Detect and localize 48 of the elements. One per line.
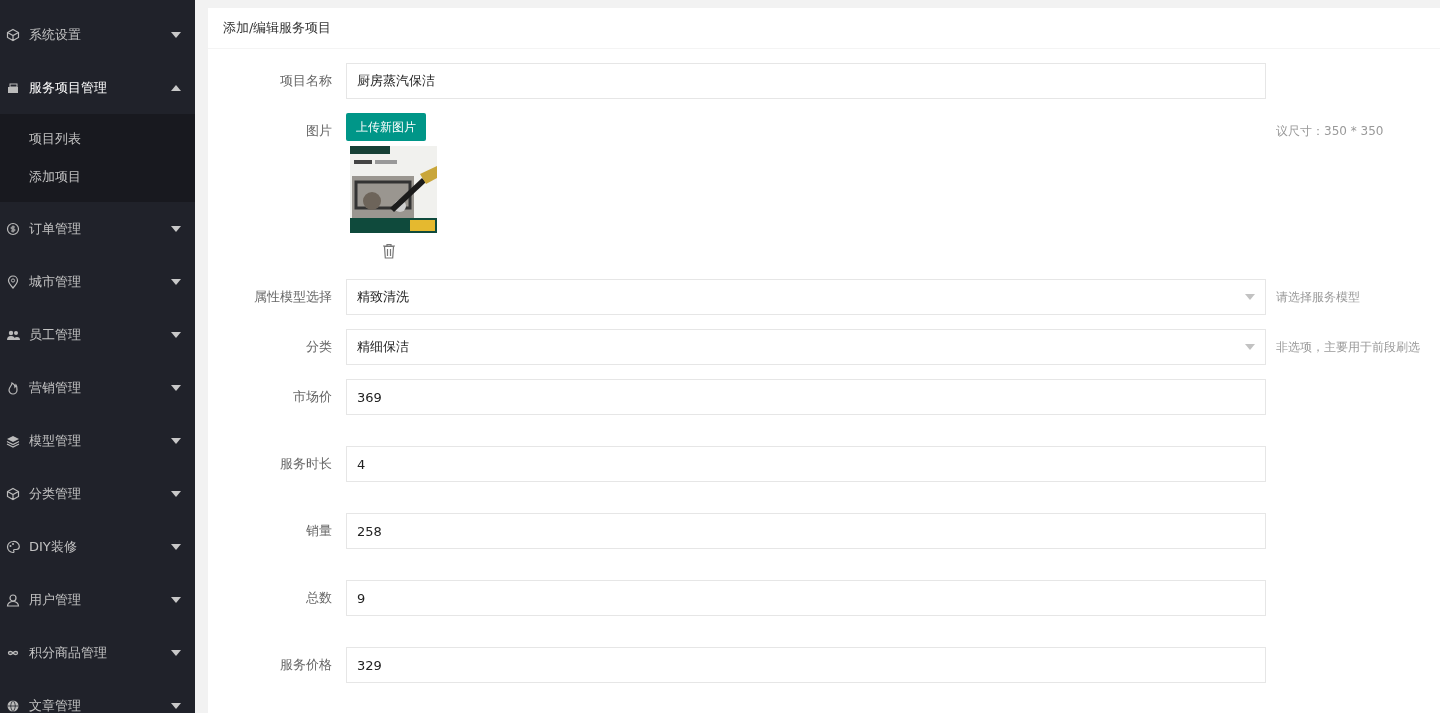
sidebar-item[interactable]: 营销管理	[0, 361, 195, 414]
input-field[interactable]: 369	[346, 379, 1266, 415]
dollar-icon	[6, 221, 20, 236]
sidebar-item[interactable]: 分类管理	[0, 467, 195, 520]
palette-icon	[6, 539, 20, 554]
sidebar-item[interactable]: 订单管理	[0, 202, 195, 255]
sidebar-item[interactable]: 模型管理	[0, 414, 195, 467]
location-pin-icon	[6, 274, 20, 289]
field-label: 服务时长	[279, 455, 332, 473]
field-label: 分类	[305, 338, 332, 356]
sidebar-item[interactable]: 服务项目管理	[0, 61, 195, 114]
input-field[interactable]: 258	[346, 513, 1266, 549]
cube-icon	[6, 27, 20, 42]
field-label: 市场价	[292, 388, 332, 406]
sidebar-item[interactable]: 用户管理	[0, 573, 195, 626]
field-label: 项目名称	[279, 72, 332, 90]
input-field[interactable]: 4	[346, 446, 1266, 482]
fire-icon	[6, 380, 20, 395]
input-field[interactable]: 厨房蒸汽保洁	[346, 63, 1266, 99]
input-field[interactable]: 9	[346, 580, 1266, 616]
user-icon	[6, 592, 20, 607]
hint-text: 非选项，主要用于前段刷选	[1276, 339, 1420, 356]
layers-icon	[6, 433, 20, 448]
select-field[interactable]: 精细保洁	[346, 329, 1266, 365]
sidebar-item[interactable]: 城市管理	[0, 255, 195, 308]
cube-icon	[6, 486, 20, 501]
trash-icon[interactable]	[381, 243, 397, 259]
hint-text: 请选择服务模型	[1276, 289, 1360, 306]
select-field[interactable]: 精致清洗	[346, 279, 1266, 315]
caret-down-icon	[1245, 294, 1255, 300]
field-label: 服务价格	[279, 656, 332, 674]
field-label: 总数	[305, 589, 332, 607]
field-label: 图片	[305, 122, 332, 140]
card-title: 添加/编辑服务项目	[208, 8, 1440, 49]
sidebar-item[interactable]: DIY装修	[0, 520, 195, 573]
submenu-item[interactable]: 项目列表	[0, 120, 195, 158]
sidebar-item[interactable]: 员工管理	[0, 308, 195, 361]
register-icon	[6, 80, 20, 95]
hint-text: 议尺寸：350 * 350	[1276, 123, 1384, 140]
sidebar-item[interactable]: 系统设置	[0, 8, 195, 61]
sidebar-item[interactable]: 文章管理	[0, 679, 195, 713]
field-label: 属性模型选择	[253, 288, 332, 306]
submenu-item[interactable]: 添加项目	[0, 158, 195, 196]
field-label: 销量	[305, 522, 332, 540]
sidebar-item[interactable]: 积分商品管理	[0, 626, 195, 679]
caret-down-icon	[1245, 344, 1255, 350]
input-field[interactable]: 329	[346, 647, 1266, 683]
upload-button[interactable]: 上传新图片	[346, 113, 426, 141]
